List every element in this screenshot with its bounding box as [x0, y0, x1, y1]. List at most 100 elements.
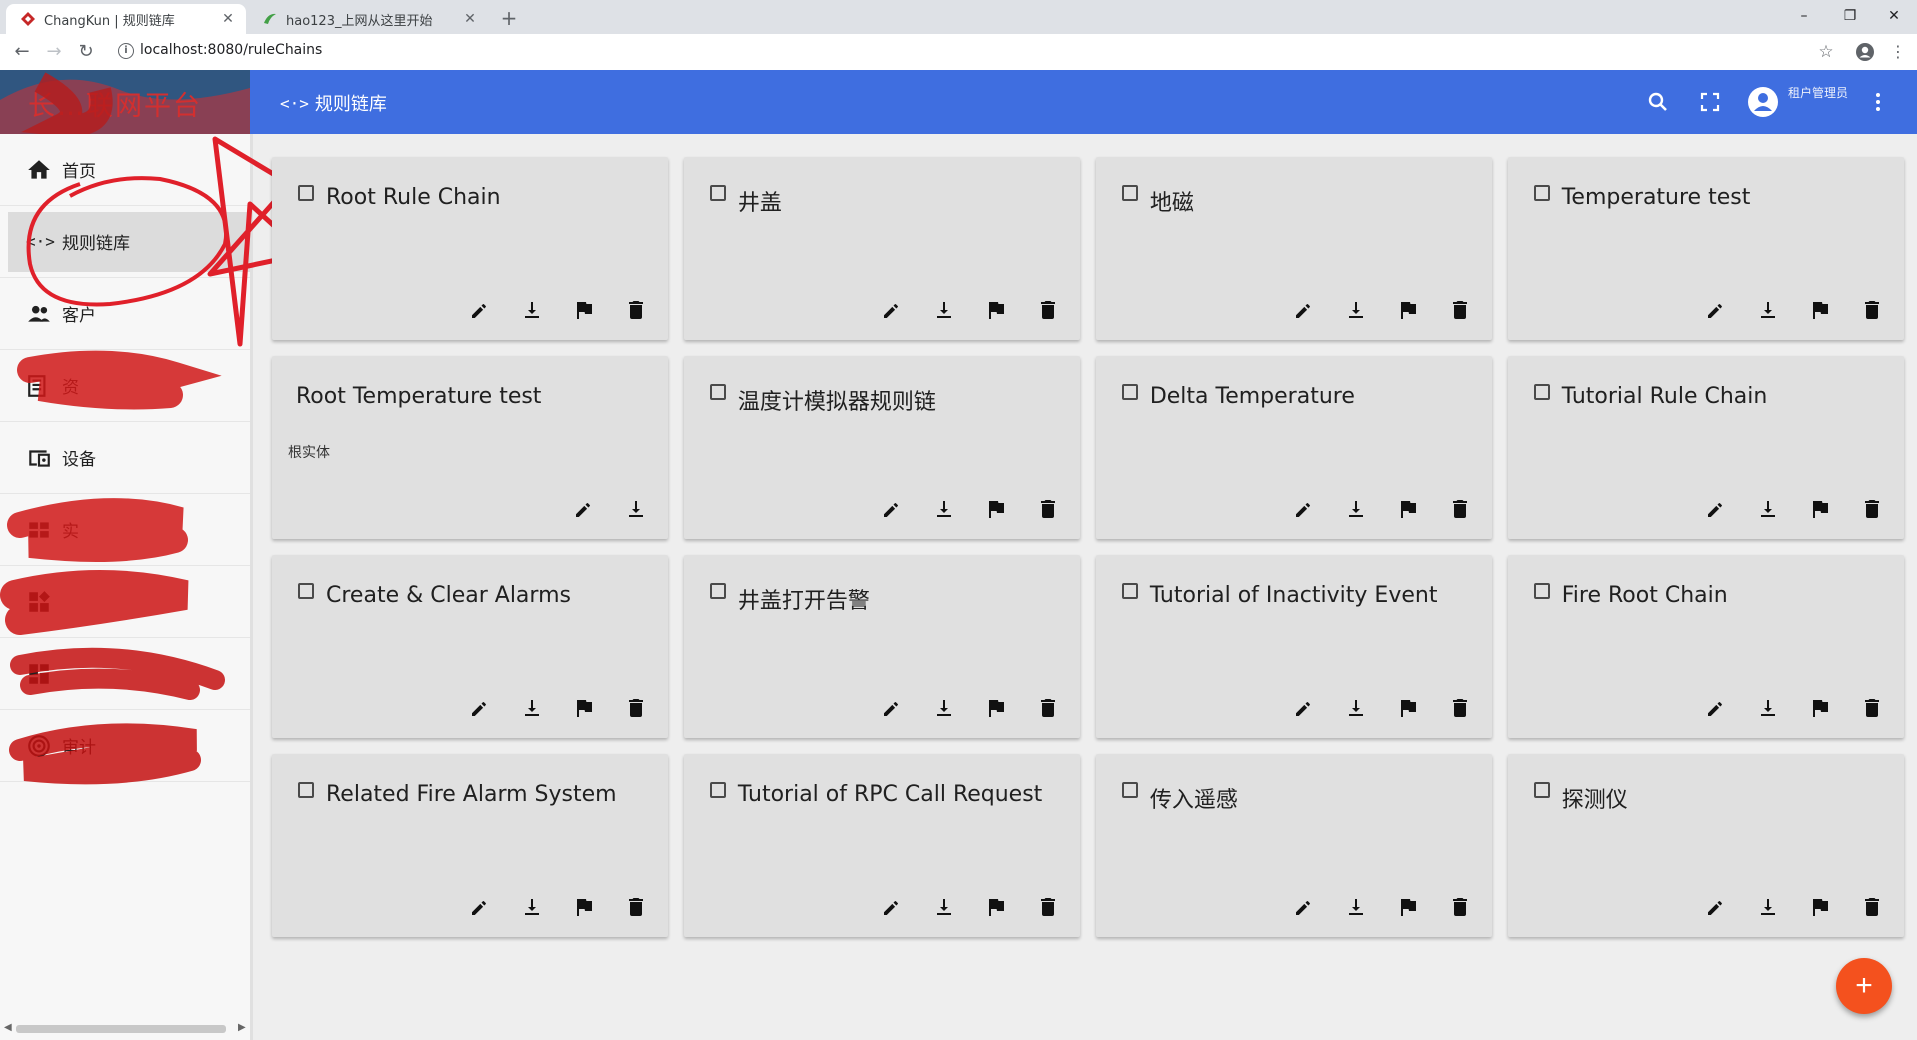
download-icon[interactable]: [1756, 696, 1780, 720]
flag-icon[interactable]: [1396, 497, 1420, 521]
select-checkbox[interactable]: [1533, 582, 1550, 599]
sidebar-item-dashboards[interactable]: [0, 638, 250, 710]
address-bar[interactable]: localhost:8080/ruleChains: [140, 42, 322, 58]
minimize-button[interactable]: –: [1784, 4, 1824, 28]
flag-icon[interactable]: [1396, 696, 1420, 720]
edit-icon[interactable]: [468, 895, 492, 919]
select-checkbox[interactable]: [298, 781, 314, 798]
download-icon[interactable]: [1344, 298, 1368, 322]
flag-icon[interactable]: [1808, 696, 1832, 720]
edit-icon[interactable]: [1704, 696, 1728, 720]
edit-icon[interactable]: [572, 497, 596, 521]
rule-chain-card[interactable]: 井盖打开告警: [683, 554, 1080, 738]
rule-chain-card[interactable]: Tutorial Rule Chain: [1507, 355, 1904, 539]
edit-icon[interactable]: [880, 895, 904, 919]
fullscreen-icon[interactable]: [1698, 90, 1722, 114]
app-logo[interactable]: 长…联网平台: [0, 70, 250, 134]
delete-icon[interactable]: [1448, 895, 1472, 919]
edit-icon[interactable]: [1292, 696, 1316, 720]
flag-icon[interactable]: [572, 895, 596, 919]
rule-chain-card[interactable]: Tutorial of Inactivity Event: [1095, 554, 1492, 738]
scrollbar-thumb[interactable]: [16, 1025, 226, 1033]
rule-chain-card[interactable]: Fire Root Chain: [1507, 554, 1904, 738]
edit-icon[interactable]: [1292, 298, 1316, 322]
select-checkbox[interactable]: [709, 185, 726, 201]
profile-icon[interactable]: [1855, 42, 1875, 62]
select-checkbox[interactable]: [1121, 582, 1138, 599]
scroll-left-icon[interactable]: ◀: [4, 1022, 12, 1033]
flag-icon[interactable]: [984, 696, 1008, 720]
reload-icon[interactable]: ↻: [74, 40, 98, 64]
delete-icon[interactable]: [1448, 696, 1472, 720]
edit-icon[interactable]: [1704, 497, 1728, 521]
new-tab-button[interactable]: +: [496, 6, 522, 30]
rule-chain-card[interactable]: Root Temperature test 根实体: [272, 355, 668, 539]
edit-icon[interactable]: [1704, 298, 1728, 322]
select-checkbox[interactable]: [709, 582, 726, 599]
sidebar-item-audit[interactable]: 审计: [0, 710, 250, 782]
more-vert-icon[interactable]: [1866, 90, 1890, 114]
rule-chain-card[interactable]: Related Fire Alarm System: [272, 753, 668, 937]
edit-icon[interactable]: [1292, 497, 1316, 521]
flag-icon[interactable]: [1808, 497, 1832, 521]
sidebar-item-rule-chains[interactable]: <·> 规则链库: [0, 206, 250, 278]
sidebar-item-entity-views[interactable]: 实: [0, 494, 250, 566]
sidebar-item-assets[interactable]: 资: [0, 350, 250, 422]
sidebar-item-devices[interactable]: 设备: [0, 422, 250, 494]
download-icon[interactable]: [932, 298, 956, 322]
flag-icon[interactable]: [572, 696, 596, 720]
user-avatar-icon[interactable]: [1747, 86, 1779, 118]
delete-icon[interactable]: [1860, 497, 1884, 521]
rule-chain-card[interactable]: 温度计模拟器规则链: [683, 355, 1080, 539]
flag-icon[interactable]: [984, 497, 1008, 521]
select-checkbox[interactable]: [1121, 185, 1138, 201]
sidebar-item-customers[interactable]: 客户: [0, 278, 250, 350]
rule-chain-card[interactable]: 探测仪: [1507, 753, 1904, 937]
flag-icon[interactable]: [572, 298, 596, 322]
edit-icon[interactable]: [1704, 895, 1728, 919]
delete-icon[interactable]: [1448, 298, 1472, 322]
edit-icon[interactable]: [880, 696, 904, 720]
delete-icon[interactable]: [1036, 696, 1060, 720]
edit-icon[interactable]: [880, 298, 904, 322]
download-icon[interactable]: [1756, 298, 1780, 322]
download-icon[interactable]: [1756, 497, 1780, 521]
search-icon[interactable]: [1646, 90, 1670, 114]
rule-chain-card[interactable]: Root Rule Chain: [272, 157, 668, 340]
delete-icon[interactable]: [624, 298, 648, 322]
rule-chain-card[interactable]: 井盖: [683, 157, 1080, 340]
site-info-icon[interactable]: i: [118, 43, 134, 59]
scroll-right-icon[interactable]: ▶: [238, 1022, 246, 1033]
delete-icon[interactable]: [1036, 895, 1060, 919]
delete-icon[interactable]: [1860, 298, 1884, 322]
rule-chain-card[interactable]: 地磁: [1095, 157, 1492, 340]
download-icon[interactable]: [1344, 497, 1368, 521]
download-icon[interactable]: [1756, 895, 1780, 919]
flag-icon[interactable]: [984, 298, 1008, 322]
select-checkbox[interactable]: [298, 582, 314, 599]
browser-tab[interactable]: hao123_上网从这里开始 ✕: [248, 4, 488, 34]
forward-icon[interactable]: →: [42, 40, 66, 64]
edit-icon[interactable]: [1292, 895, 1316, 919]
download-icon[interactable]: [1344, 895, 1368, 919]
delete-icon[interactable]: [1860, 895, 1884, 919]
flag-icon[interactable]: [1808, 895, 1832, 919]
rule-chain-card[interactable]: Tutorial of RPC Call Request: [683, 753, 1080, 937]
download-icon[interactable]: [624, 497, 648, 521]
edit-icon[interactable]: [880, 497, 904, 521]
download-icon[interactable]: [932, 497, 956, 521]
rule-chain-card[interactable]: 传入遥感: [1095, 753, 1492, 937]
download-icon[interactable]: [520, 696, 544, 720]
restore-button[interactable]: ❐: [1830, 4, 1870, 28]
close-tab-icon[interactable]: ✕: [218, 11, 238, 27]
flag-icon[interactable]: [1396, 298, 1420, 322]
sidebar-item-widgets[interactable]: [0, 566, 250, 638]
flag-icon[interactable]: [1808, 298, 1832, 322]
edit-icon[interactable]: [468, 298, 492, 322]
select-checkbox[interactable]: [1121, 781, 1138, 798]
delete-icon[interactable]: [624, 696, 648, 720]
user-role[interactable]: 租户管理员: [1788, 84, 1848, 101]
select-checkbox[interactable]: [709, 781, 726, 798]
add-rule-chain-button[interactable]: +: [1836, 958, 1892, 1014]
flag-icon[interactable]: [1396, 895, 1420, 919]
